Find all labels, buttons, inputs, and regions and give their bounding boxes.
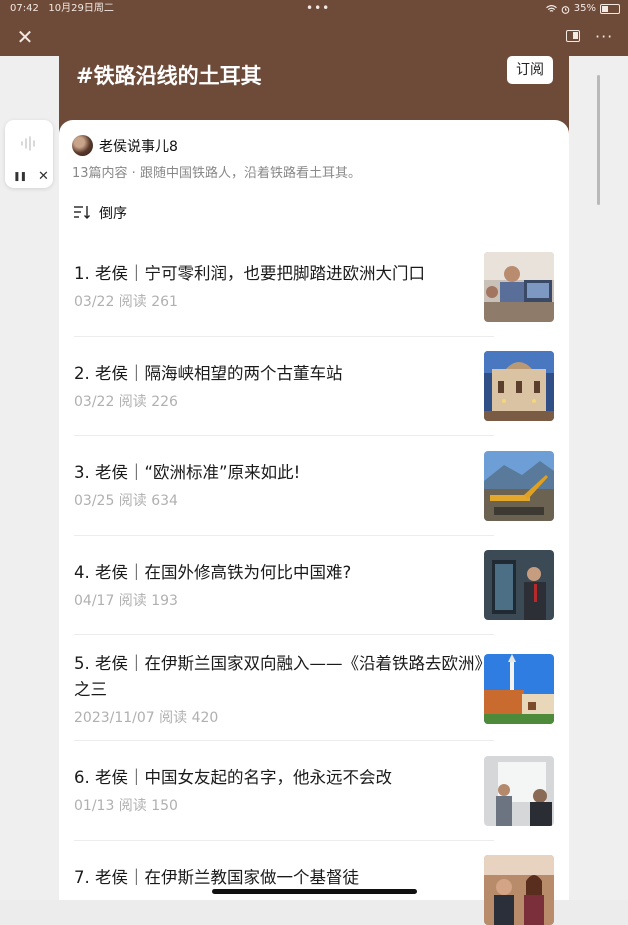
status-time: 07:42: [10, 3, 39, 14]
alarm-icon: [561, 5, 570, 14]
people-photo-icon: [484, 855, 554, 925]
divider: [74, 336, 494, 337]
article-title[interactable]: 1. 老侯｜宁可零利润，也要把脚踏进欧洲大门口: [74, 261, 494, 287]
article-title[interactable]: 6. 老侯｜中国女友起的名字，他永远不会改: [74, 765, 494, 791]
audio-wave-icon: [21, 136, 35, 151]
construction-photo-icon: [484, 451, 554, 521]
sort-toggle[interactable]: 倒序: [99, 203, 127, 223]
article-thumbnail[interactable]: [484, 252, 554, 322]
avatar[interactable]: [72, 135, 93, 156]
status-date: 10月29日周二: [48, 3, 114, 14]
more-icon: ···: [595, 27, 614, 46]
wifi-icon: [545, 5, 557, 12]
list-item[interactable]: 2. 老侯｜隔海峡相望的两个古董车站 03/22 阅读 226: [74, 361, 494, 411]
player-close-icon[interactable]: ✕: [38, 169, 49, 184]
close-button[interactable]: ✕: [16, 25, 34, 49]
multitask-dots[interactable]: •••: [306, 0, 330, 17]
article-meta: 03/22 阅读 261: [74, 294, 178, 310]
article-thumbnail[interactable]: [484, 855, 554, 925]
divider: [74, 535, 494, 536]
divider: [74, 840, 494, 841]
list-item[interactable]: 3. 老侯｜“欧洲标准”原来如此! 03/25 阅读 634: [74, 460, 494, 510]
article-meta: 2023/11/07 阅读 420: [74, 710, 219, 726]
battery-icon: [600, 4, 620, 14]
sort-icon[interactable]: [73, 204, 91, 220]
list-item[interactable]: 5. 老侯｜在伊斯兰国家双向融入——《沿着铁路去欧洲》之三 2023/11/07…: [74, 651, 494, 727]
author-name[interactable]: 老侯说事儿8: [99, 136, 178, 156]
article-thumbnail[interactable]: [484, 654, 554, 724]
article-title[interactable]: 4. 老侯｜在国外修高铁为何比中国难?: [74, 560, 494, 586]
article-title[interactable]: 7. 老侯｜在伊斯兰教国家做一个基督徒: [74, 865, 494, 891]
article-thumbnail[interactable]: [484, 550, 554, 620]
station-photo-icon: [484, 351, 554, 421]
article-thumbnail[interactable]: [484, 351, 554, 421]
list-item[interactable]: 6. 老侯｜中国女友起的名字，他永远不会改 01/13 阅读 150: [74, 765, 494, 815]
article-title[interactable]: 2. 老侯｜隔海峡相望的两个古董车站: [74, 361, 494, 387]
divider: [74, 634, 494, 635]
battery-fill: [602, 6, 608, 12]
article-meta: 04/17 阅读 193: [74, 593, 178, 609]
floating-audio-player[interactable]: ❚❚ ✕: [5, 120, 53, 188]
close-icon: ✕: [16, 25, 34, 49]
scrollbar[interactable]: [597, 75, 600, 205]
divider: [74, 740, 494, 741]
article-meta: 03/22 阅读 226: [74, 394, 178, 410]
article-thumbnail[interactable]: [484, 451, 554, 521]
whiteboard-photo-icon: [484, 756, 554, 826]
list-item[interactable]: 1. 老侯｜宁可零利润，也要把脚踏进欧洲大门口 03/22 阅读 261: [74, 261, 494, 311]
status-bar: 07:42 10月29日周二 ••• 35%: [0, 0, 628, 18]
more-button[interactable]: ···: [595, 27, 613, 46]
article-title[interactable]: 3. 老侯｜“欧洲标准”原来如此!: [74, 460, 494, 486]
list-item[interactable]: 4. 老侯｜在国外修高铁为何比中国难? 04/17 阅读 193: [74, 560, 494, 610]
meeting-photo-icon: [484, 550, 554, 620]
mosque-photo-icon: [484, 654, 554, 724]
page-title: #铁路沿线的土耳其: [76, 64, 262, 88]
home-indicator[interactable]: [212, 889, 417, 894]
office-photo-icon: [484, 252, 554, 322]
pause-icon[interactable]: ❚❚: [13, 172, 27, 182]
status-time-date: 07:42 10月29日周二: [10, 0, 114, 18]
floating-window-button[interactable]: [566, 30, 580, 42]
subscribe-button[interactable]: 订阅: [507, 56, 553, 84]
status-icons: 35%: [545, 0, 620, 18]
author-description: 13篇内容 · 跟随中国铁路人，沿着铁路看土耳其。: [72, 166, 361, 181]
article-thumbnail[interactable]: [484, 756, 554, 826]
article-meta: 01/13 阅读 150: [74, 798, 178, 814]
article-title[interactable]: 5. 老侯｜在伊斯兰国家双向融入——《沿着铁路去欧洲》之三: [74, 651, 494, 703]
article-meta: 03/25 阅读 634: [74, 493, 178, 509]
divider: [74, 435, 494, 436]
battery-percent: 35%: [573, 3, 596, 14]
